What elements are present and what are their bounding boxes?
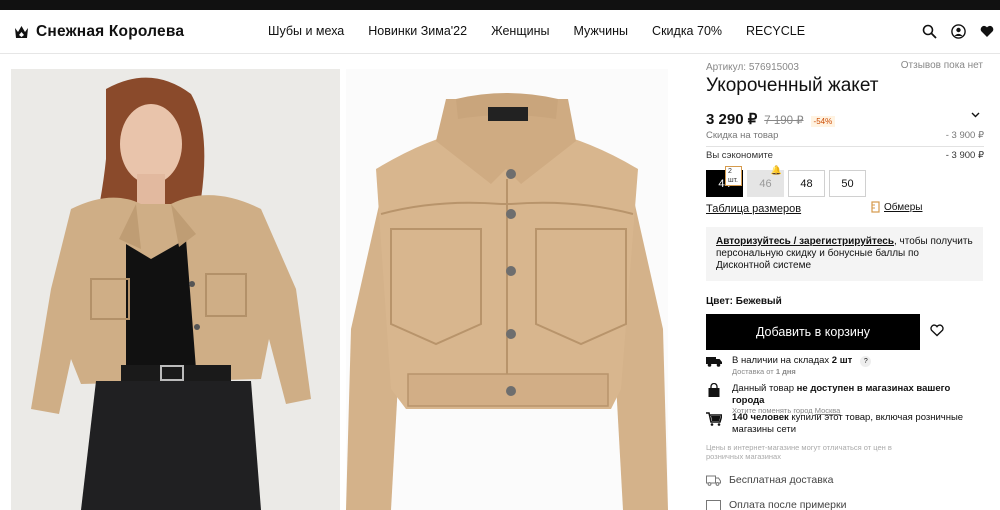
price-row: 3 290 ₽ 7 190 ₽ -54% (706, 110, 984, 128)
product-title: Укороченный жакет (706, 75, 879, 96)
pay-after-fitting: Оплата после примерки (706, 499, 846, 510)
login-link[interactable]: Авторизуйтесь / зарегистрируйтесь (716, 236, 894, 247)
saved-value: - 3 900 ₽ (945, 150, 984, 161)
nav-item-new[interactable]: Новинки Зима'22 (368, 24, 467, 38)
logo-text: Снежная Королева (36, 23, 185, 40)
header-icons (922, 24, 994, 39)
saved-row: Вы сэкономите - 3 900 ₽ (706, 150, 984, 161)
store-info: Данный товар не доступен в магазинах ваш… (706, 383, 984, 415)
main-nav: Шубы и меха Новинки Зима'22 Женщины Мужч… (268, 24, 829, 38)
nav-item-sale[interactable]: Скидка 70% (652, 24, 722, 38)
chevron-down-icon[interactable] (971, 112, 980, 118)
size-label: 48 (800, 177, 813, 190)
cart-icon (706, 412, 722, 426)
buyers-info: 140 человек купили этот товар, включая р… (706, 412, 984, 435)
bell-icon: 🔔 (770, 165, 782, 175)
size-option-46[interactable]: 🔔 46 (747, 165, 784, 197)
discount-row: Скидка на товар - 3 900 ₽ (706, 130, 984, 141)
free-delivery: Бесплатная доставка (706, 474, 833, 486)
availability-info: В наличии на складах 2 шт? Доставка от 1… (706, 355, 984, 376)
size-option-50[interactable]: 50 (829, 170, 866, 197)
delivery-truck-outline-icon (706, 475, 721, 486)
divider (706, 146, 984, 147)
help-icon[interactable]: ? (860, 356, 872, 367)
availability-text: В наличии на складах (732, 355, 830, 366)
search-icon[interactable] (922, 24, 937, 39)
size-label: 50 (841, 177, 854, 190)
article-number: Артикул: 576915003 (706, 62, 799, 73)
nav-item-furs[interactable]: Шубы и меха (268, 24, 344, 38)
old-price: 7 190 ₽ (764, 115, 804, 127)
availability-qty: 2 шт (831, 355, 853, 366)
price-note: Цены в интернет-магазине могут отличатьс… (706, 443, 892, 461)
nav-item-men[interactable]: Мужчины (573, 24, 628, 38)
measurements-label: Обмеры (884, 201, 923, 213)
logo[interactable]: Снежная Королева (14, 23, 184, 41)
nav-item-recycle[interactable]: RECYCLE (746, 24, 805, 38)
color-label: Цвет: (706, 296, 733, 307)
heart-icon[interactable] (980, 25, 994, 38)
account-icon[interactable] (951, 24, 966, 39)
discount-badge: -54% (810, 116, 836, 127)
top-bar (0, 0, 1000, 10)
discount-label: Скидка на товар (706, 130, 779, 141)
crown-icon (15, 25, 28, 38)
ruler-icon (871, 201, 880, 213)
product-photo-jacket[interactable] (346, 69, 668, 510)
nav-item-women[interactable]: Женщины (491, 24, 549, 38)
login-promo: Авторизуйтесь / зарегистрируйтесь, чтобы… (706, 227, 983, 281)
size-option-44[interactable]: 2 шт. 44 (706, 166, 743, 197)
add-to-cart-button[interactable]: Добавить в корзину (706, 314, 920, 350)
size-selector: 2 шт. 44 🔔 46 48 50 (706, 165, 866, 197)
store-prefix: Данный товар (732, 383, 795, 394)
measurements-link[interactable]: Обмеры (871, 201, 922, 213)
size-label: 46 (759, 177, 772, 190)
size-option-48[interactable]: 48 (788, 170, 825, 197)
saved-label: Вы сэкономите (706, 150, 773, 161)
color-info: Цвет: Бежевый (706, 296, 782, 307)
delivery-prefix: Доставка от (732, 367, 774, 376)
favorite-heart-icon[interactable] (930, 324, 944, 337)
bag-icon (708, 383, 720, 397)
delivery-days: 1 дня (775, 367, 796, 376)
free-delivery-label: Бесплатная доставка (729, 474, 834, 486)
stock-badge: 2 шт. (725, 166, 742, 186)
site-header: Снежная Королева Шубы и меха Новинки Зим… (0, 10, 1000, 54)
card-icon (706, 499, 721, 510)
product-photo-model[interactable] (11, 69, 340, 510)
pay-after-label: Оплата после примерки (729, 499, 847, 510)
reviews-count[interactable]: Отзывов пока нет (901, 60, 983, 71)
size-chart-link[interactable]: Таблица размеров (706, 203, 801, 215)
discount-value: - 3 900 ₽ (945, 130, 984, 141)
truck-icon (706, 357, 722, 367)
color-value: Бежевый (735, 296, 782, 307)
buyers-count: 140 человек (732, 412, 789, 423)
current-price: 3 290 ₽ (706, 111, 758, 128)
